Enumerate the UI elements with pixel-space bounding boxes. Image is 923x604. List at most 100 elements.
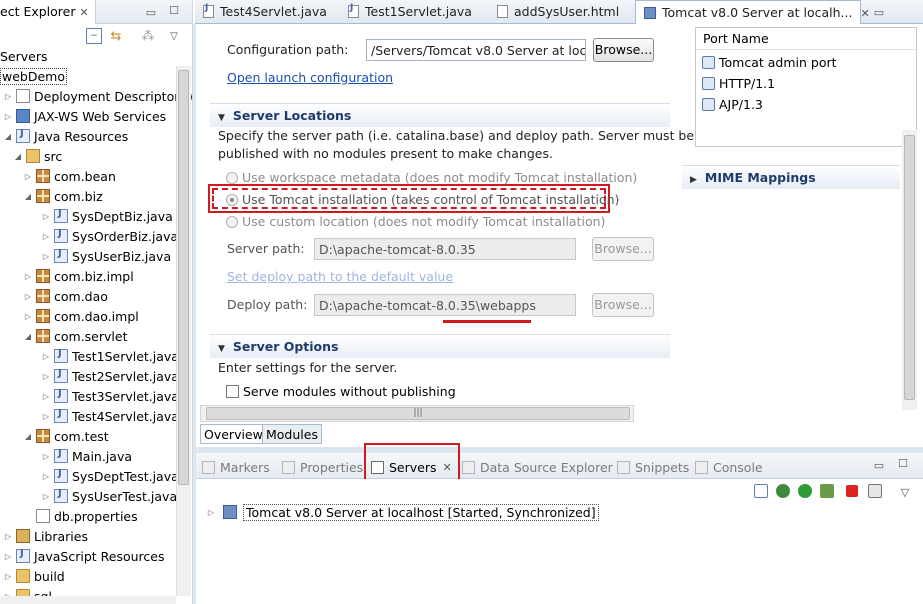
server-path-field[interactable]: D:\apache-tomcat-8.0.35 xyxy=(314,238,576,260)
tab-modules[interactable]: Modules xyxy=(262,424,322,444)
collapsed-twisty-icon[interactable]: ▷ xyxy=(22,292,34,301)
view-menu-icon[interactable]: ▽ xyxy=(897,484,913,500)
explorer-hscrollbar[interactable] xyxy=(0,596,176,604)
collapsed-twisty-icon[interactable]: ▷ xyxy=(2,532,14,541)
maximize-icon[interactable]: ☐ xyxy=(166,2,182,18)
collapsed-twisty-icon[interactable]: ▷ xyxy=(40,392,52,401)
tree-item[interactable]: Servers xyxy=(0,46,48,66)
tree-item[interactable]: ▷ Test1Servlet.java xyxy=(40,346,179,366)
close-icon[interactable]: ✕ xyxy=(79,6,88,19)
config-path-field[interactable]: /Servers/Tomcat v8.0 Server at locall xyxy=(366,39,586,61)
minimize-icon[interactable]: ▭ xyxy=(143,4,159,20)
tree-item[interactable]: ▷ com.bean xyxy=(22,166,116,186)
close-icon[interactable]: ✕ xyxy=(860,7,869,20)
tab-overview[interactable]: Overview xyxy=(200,424,267,444)
collapsed-twisty-icon[interactable]: ▷ xyxy=(2,92,14,101)
tree-item[interactable]: ▷ JavaScript Resources xyxy=(2,546,165,566)
tree-item[interactable]: ▷ SysUserBiz.java xyxy=(40,246,171,266)
tree-item[interactable]: ▷ JAX-WS Web Services xyxy=(2,106,166,126)
tree-item[interactable]: ▷ SysDeptBiz.java xyxy=(40,206,173,226)
vertical-separator[interactable] xyxy=(193,24,196,604)
tree-item[interactable]: ◢ Java Resources xyxy=(2,126,128,146)
link-with-editor-icon[interactable]: ⇆ xyxy=(108,28,124,44)
tree-item[interactable]: ▷ Deployment Descriptor: we xyxy=(2,86,192,106)
tree-item[interactable]: webDemo xyxy=(0,66,67,86)
collapsed-twisty-icon[interactable]: ▷ xyxy=(40,472,52,481)
expanded-twisty-icon[interactable]: ◢ xyxy=(2,132,14,141)
maximize-icon[interactable]: ☐ xyxy=(895,455,911,471)
tab-properties[interactable]: Properties xyxy=(282,457,363,477)
tree-item[interactable]: ▷ SysOrderBiz.java xyxy=(40,226,178,246)
collapsed-twisty-icon[interactable]: ▷ xyxy=(22,172,34,181)
tree-item[interactable]: ◢ src xyxy=(12,146,62,166)
publish-icon[interactable] xyxy=(868,484,882,498)
tab-test4servlet[interactable]: Test4Servlet.java xyxy=(195,0,335,24)
editor-vscrollbar-thumb[interactable] xyxy=(904,135,915,400)
ports-column-header[interactable]: Port Name xyxy=(696,28,916,50)
tab-tomcat-server[interactable]: Tomcat v8.0 Server at localh... ✕ xyxy=(635,0,870,24)
collapsed-twisty-icon[interactable]: ▷ xyxy=(40,492,52,501)
server-locations-header[interactable]: ▼ Server Locations xyxy=(210,103,670,127)
collapsed-twisty-icon[interactable]: ▷ xyxy=(2,552,14,561)
collapsed-twisty-icon[interactable]: ▷ xyxy=(22,272,34,281)
port-row[interactable]: Tomcat admin port xyxy=(702,52,837,72)
tree-item[interactable]: ▷ com.dao.impl xyxy=(22,306,139,326)
collapsed-twisty-icon[interactable]: ▷ xyxy=(40,372,52,381)
stop-icon[interactable] xyxy=(846,485,858,497)
tab-test1servlet[interactable]: Test1Servlet.java xyxy=(340,0,480,24)
tree-item[interactable]: ▷ build xyxy=(2,566,65,586)
tab-data-source-explorer[interactable]: Data Source Explorer xyxy=(462,457,613,477)
collapsed-twisty-icon[interactable]: ▷ xyxy=(40,252,52,261)
collapsed-twisty-icon[interactable]: ▷ xyxy=(40,412,52,421)
debug-icon[interactable] xyxy=(776,484,790,498)
browse-server-path-button[interactable]: Browse... xyxy=(592,237,654,261)
port-row[interactable]: AJP/1.3 xyxy=(702,94,763,114)
port-row[interactable]: HTTP/1.1 xyxy=(702,73,775,93)
radio-workspace-metadata[interactable]: Use workspace metadata (does not modify … xyxy=(226,170,637,185)
serve-modules-checkbox[interactable]: Serve modules without publishing xyxy=(226,384,456,399)
mime-mappings-header[interactable]: ▶ MIME Mappings xyxy=(682,165,900,189)
tab-snippets[interactable]: Snippets xyxy=(617,457,689,477)
set-deploy-path-link[interactable]: Set deploy path to the default value xyxy=(227,269,453,284)
minimize-icon[interactable]: ▭ xyxy=(871,457,887,473)
collapsed-twisty-icon[interactable]: ▷ xyxy=(40,232,52,241)
tab-console[interactable]: Console xyxy=(695,457,763,477)
tree-item[interactable]: ▷ SysDeptTest.java xyxy=(40,466,179,486)
collapsed-twisty-icon[interactable]: ▷ xyxy=(40,452,52,461)
server-options-header[interactable]: ▼ Server Options xyxy=(210,334,670,358)
collapse-all-icon[interactable]: − xyxy=(86,28,102,44)
collapse-icon[interactable] xyxy=(754,484,768,498)
tree-item[interactable]: db.properties xyxy=(22,506,138,526)
expanded-twisty-icon[interactable]: ◢ xyxy=(12,152,24,161)
browse-deploy-path-button[interactable]: Browse... xyxy=(592,293,654,317)
open-launch-config-link[interactable]: Open launch configuration xyxy=(227,70,393,85)
profile-icon[interactable] xyxy=(820,484,834,498)
tab-markers[interactable]: Markers xyxy=(202,457,270,477)
tree-item[interactable]: ▷ SysUserTest.java xyxy=(40,486,177,506)
view-menu-icon[interactable]: ▽ xyxy=(166,28,182,44)
start-icon[interactable] xyxy=(798,484,812,498)
tree-item[interactable]: ▷ Test4Servlet.java xyxy=(40,406,179,426)
expand-twisty-icon[interactable]: ▷ xyxy=(205,508,217,517)
tree-item[interactable]: ▷ Main.java xyxy=(40,446,132,466)
deploy-path-field[interactable]: D:\apache-tomcat-8.0.35\webapps xyxy=(314,294,576,316)
tree-item[interactable]: ▷ Test2Servlet.java xyxy=(40,366,179,386)
tree-item[interactable]: ◢ com.biz xyxy=(22,186,103,206)
tree-item[interactable]: ◢ com.test xyxy=(22,426,109,446)
collapsed-twisty-icon[interactable]: ▷ xyxy=(2,112,14,121)
explorer-scrollbar-thumb[interactable] xyxy=(178,70,189,485)
collapsed-twisty-icon[interactable]: ▷ xyxy=(2,572,14,581)
expanded-twisty-icon[interactable]: ◢ xyxy=(22,192,34,201)
editor-hscrollbar-thumb[interactable]: ||| xyxy=(206,407,630,420)
tree-item[interactable]: ▷ com.biz.impl xyxy=(22,266,134,286)
filter-icon[interactable]: ⁂ xyxy=(140,28,156,44)
explorer-tab[interactable]: ect Explorer ✕ xyxy=(0,0,96,24)
tree-item[interactable]: ▷ com.dao xyxy=(22,286,108,306)
browse-config-button[interactable]: Browse... xyxy=(593,38,654,62)
tab-addsysuser[interactable]: addSysUser.html xyxy=(489,0,627,24)
collapsed-twisty-icon[interactable]: ▷ xyxy=(40,352,52,361)
radio-custom-location[interactable]: Use custom location (does not modify Tom… xyxy=(226,214,605,229)
tree-item[interactable]: ◢ com.servlet xyxy=(22,326,128,346)
tree-item[interactable]: ▷ Libraries xyxy=(2,526,88,546)
collapsed-twisty-icon[interactable]: ▷ xyxy=(22,312,34,321)
